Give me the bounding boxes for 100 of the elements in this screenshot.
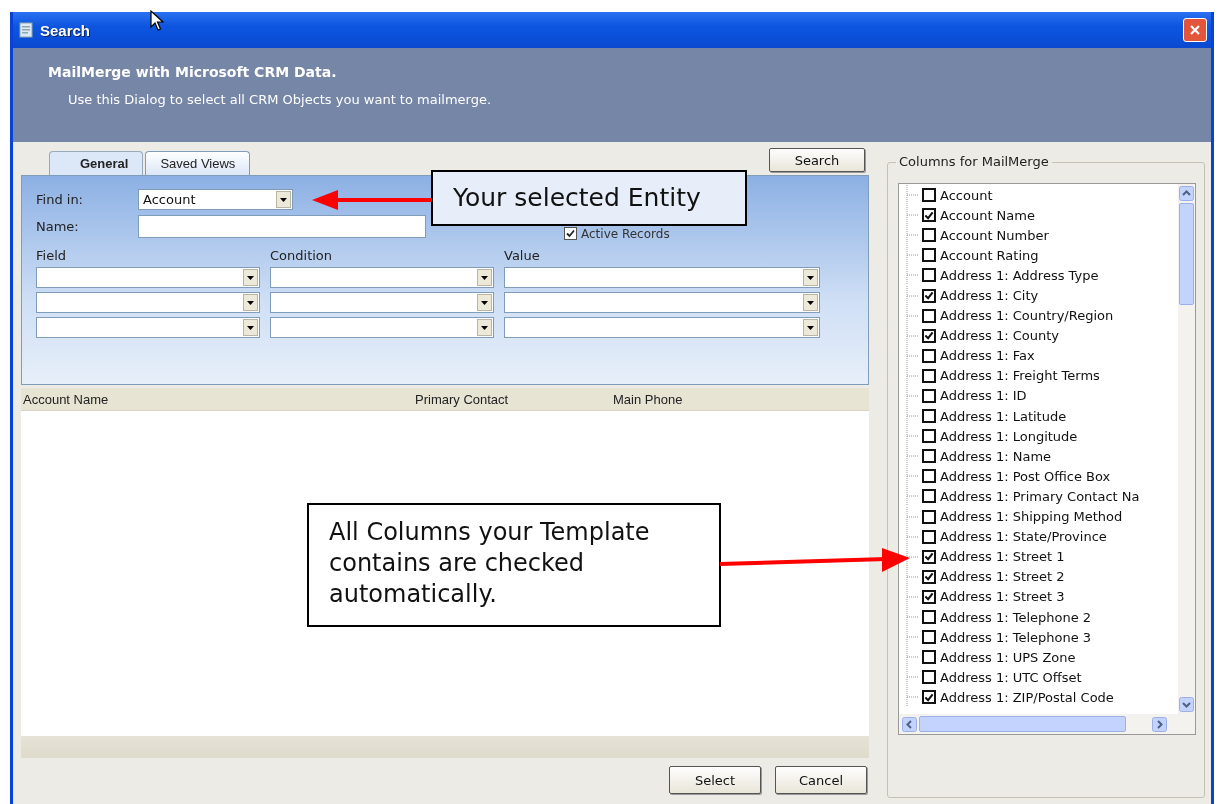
scroll-thumb[interactable] (1179, 203, 1194, 305)
checkbox[interactable] (922, 469, 936, 484)
check-icon (566, 229, 575, 238)
checkbox[interactable] (922, 549, 936, 564)
name-label: Name: (36, 219, 80, 234)
column-header[interactable]: Main Phone (611, 391, 683, 407)
tree-line-icon (905, 345, 919, 366)
tree-item[interactable]: Address 1: ZIP/Postal Code (905, 687, 1178, 708)
dropdown-field[interactable] (270, 292, 494, 313)
tree-item[interactable]: Address 1: Latitude (905, 406, 1178, 427)
tree-item[interactable]: Account (905, 185, 1178, 206)
checkbox[interactable] (922, 489, 936, 504)
checkbox[interactable] (922, 429, 936, 444)
window-title: Search (40, 21, 91, 39)
checkbox[interactable] (922, 509, 936, 524)
tree-item[interactable]: Address 1: City (905, 285, 1178, 306)
column-header[interactable]: Primary Contact (413, 391, 611, 407)
scroll-left-icon (902, 716, 917, 732)
tree-item[interactable]: Address 1: County (905, 325, 1178, 346)
checkbox[interactable] (922, 208, 936, 223)
checkbox[interactable] (922, 328, 936, 343)
find-in-label: Find in: (36, 192, 84, 207)
dialog-button[interactable]: Select (669, 766, 761, 794)
tab[interactable]: General (49, 151, 144, 175)
callout-box: All Columns your Template contains are checked automatically. (307, 503, 721, 627)
dropdown-field[interactable] (270, 267, 494, 288)
checkbox[interactable] (922, 630, 936, 645)
tree-item[interactable]: Address 1: Telephone 3 (905, 627, 1178, 648)
tree-item[interactable]: Address 1: Longitude (905, 426, 1178, 447)
tree-line-icon (905, 607, 919, 627)
tree-item[interactable]: Address 1: Shipping Method (905, 506, 1178, 527)
checkbox[interactable] (922, 650, 936, 665)
checkbox[interactable] (922, 690, 936, 705)
checkbox[interactable] (922, 449, 936, 464)
tree-line-icon (905, 647, 919, 668)
close-icon (1189, 24, 1201, 36)
tree-item[interactable]: Address 1: Street 1 (905, 546, 1178, 567)
tree-line-icon (905, 406, 919, 427)
tree-item[interactable]: Address 1: State/Province (905, 526, 1178, 547)
checkbox[interactable] (922, 308, 936, 323)
tree-line-icon (905, 586, 919, 607)
tree-item[interactable]: Address 1: UTC Offset (905, 667, 1178, 688)
checkbox[interactable] (922, 610, 936, 624)
tree-item[interactable]: Address 1: Fax (905, 345, 1178, 366)
header-subtitle: Use this Dialog to select all CRM Objects you want to mailmerge. (68, 92, 493, 107)
close-button[interactable] (1183, 18, 1207, 42)
column-label: Value (504, 248, 541, 263)
tree-item[interactable]: Address 1: ID (905, 385, 1178, 407)
entity-dropdown[interactable]: Account (138, 189, 293, 210)
column-header[interactable]: Account Name (21, 391, 413, 407)
column-label: Condition (270, 248, 334, 263)
tree-line-icon (905, 426, 919, 447)
dropdown-field[interactable] (504, 267, 820, 288)
tree-line-icon (905, 486, 919, 507)
mouse-pointer-icon (150, 10, 164, 32)
dialog-button[interactable]: Cancel (775, 766, 867, 794)
checkbox[interactable] (922, 288, 936, 303)
horizontal-scrollbar[interactable] (898, 714, 1196, 735)
dropdown-field[interactable] (504, 292, 820, 313)
tree-line-icon (905, 446, 919, 467)
tree-item[interactable]: Address 1: Street 2 (905, 566, 1178, 587)
dropdown-field[interactable] (36, 317, 260, 338)
tab[interactable]: Saved Views (145, 151, 251, 175)
dropdown-field[interactable] (504, 317, 820, 338)
tree-item[interactable]: Address 1: Freight Terms (905, 365, 1178, 386)
tree-line-icon (905, 526, 919, 547)
tree-item[interactable]: Account Number (905, 225, 1178, 246)
checkbox[interactable] (922, 569, 936, 584)
checkbox[interactable] (922, 188, 936, 203)
checkbox[interactable] (922, 529, 936, 544)
tree-item[interactable]: Address 1: Address Type (905, 265, 1178, 286)
checkbox[interactable] (922, 389, 936, 403)
column-label: Field (36, 248, 67, 263)
dropdown-field[interactable] (270, 317, 494, 338)
active-records-checkbox[interactable]: Active Records (564, 226, 670, 241)
tree-item[interactable]: Address 1: Post Office Box (905, 466, 1178, 487)
checkbox[interactable] (922, 248, 936, 263)
tree-item[interactable]: Address 1: Country/Region (905, 305, 1178, 326)
checkbox[interactable] (922, 670, 936, 685)
tree-item[interactable]: Address 1: Street 3 (905, 586, 1178, 607)
dropdown-field[interactable] (36, 267, 260, 288)
checkbox[interactable] (922, 368, 936, 383)
checkbox[interactable] (922, 268, 936, 283)
checkbox[interactable] (922, 348, 936, 363)
name-field[interactable] (138, 215, 426, 238)
group-title: Columns for MailMerge (896, 154, 1052, 169)
scroll-thumb[interactable] (919, 716, 1126, 732)
search-button[interactable]: Search (769, 148, 865, 172)
checkbox[interactable] (922, 409, 936, 424)
tree-item[interactable]: Account Rating (905, 245, 1178, 266)
tree-item[interactable]: Address 1: Name (905, 446, 1178, 467)
tree-item[interactable]: Account Name (905, 205, 1178, 226)
checkbox[interactable] (922, 589, 936, 604)
tree-item[interactable]: Address 1: Telephone 2 (905, 606, 1178, 628)
tree-item[interactable]: Address 1: Primary Contact Na (905, 486, 1178, 507)
check-icon (924, 209, 934, 221)
checkbox[interactable] (922, 228, 936, 243)
tree-item[interactable]: Address 1: UPS Zone (905, 647, 1178, 668)
dropdown-field[interactable] (36, 292, 260, 313)
vertical-scrollbar[interactable] (1178, 184, 1195, 714)
